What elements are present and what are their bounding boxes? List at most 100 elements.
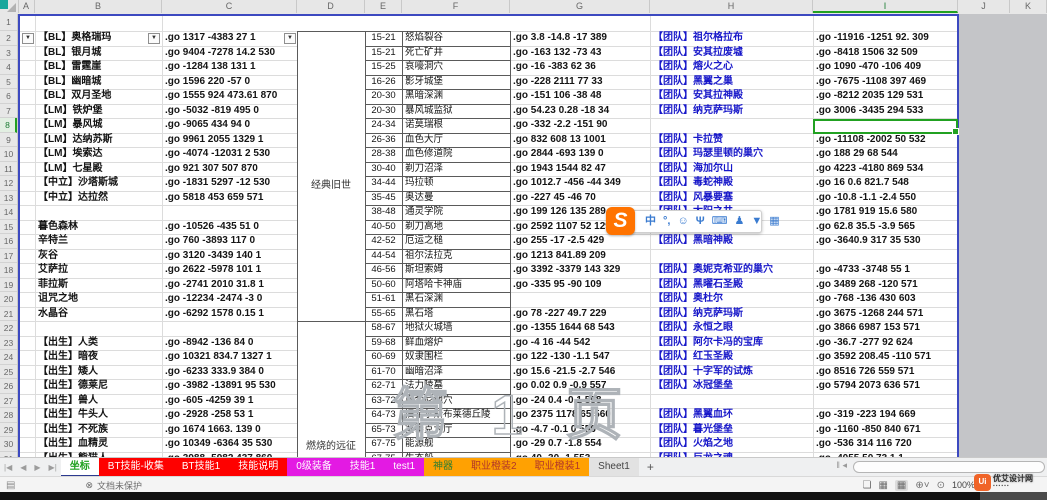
sheet-tab-BT技能1[interactable]: BT技能1 bbox=[173, 458, 229, 477]
cell-C9[interactable]: .go 9961 2055 1329 1 bbox=[165, 133, 297, 148]
cell-C26[interactable]: .go -3982 -13891 95 530 bbox=[165, 379, 297, 394]
cell-E29[interactable]: 65-73 bbox=[365, 423, 402, 438]
cell-F15[interactable]: 剃刀高地 bbox=[405, 220, 510, 235]
cell-C18[interactable]: .go 2622 -5978 101 1 bbox=[165, 263, 297, 278]
cell-G22[interactable]: .go -1355 1644 68 543 bbox=[513, 321, 650, 336]
cell-H29[interactable]: 【团队】暮光堡垒 bbox=[653, 423, 813, 438]
row-header-8[interactable]: 8 bbox=[0, 118, 17, 133]
cell-B21[interactable]: 水晶谷 bbox=[38, 307, 162, 322]
cell-F28[interactable]: 旧希尔斯布莱德丘陵 bbox=[405, 408, 510, 423]
cell-G29[interactable]: .go -4.7 -0.1 0 556 bbox=[513, 423, 650, 438]
cell-I22[interactable]: .go 3866 6987 153 571 bbox=[816, 321, 958, 336]
row-header-11[interactable]: 11 bbox=[0, 162, 17, 177]
cell-H4[interactable]: 【团队】熔火之心 bbox=[653, 60, 813, 75]
cell-I19[interactable]: .go 3489 268 -120 571 bbox=[816, 278, 958, 293]
cell-F25[interactable]: 幽暗沼泽 bbox=[405, 365, 510, 380]
cell-E21[interactable]: 55-65 bbox=[365, 307, 402, 322]
cell-C24[interactable]: .go 10321 834.7 1327 1 bbox=[165, 350, 297, 365]
cell-I23[interactable]: .go -36.7 -277 92 624 bbox=[816, 336, 958, 351]
cell-C25[interactable]: .go -6233 333.9 384 0 bbox=[165, 365, 297, 380]
cell-C6[interactable]: .go 1555 924 473.61 870 bbox=[165, 89, 297, 104]
cell-H23[interactable]: 【团队】阿尔卡冯的宝库 bbox=[653, 336, 813, 351]
row-header-25[interactable]: 25 bbox=[0, 365, 17, 380]
cell-H16[interactable]: 【团队】黑暗神殿 bbox=[653, 234, 813, 249]
normal-view-icon[interactable]: ▦ bbox=[878, 480, 887, 491]
sheet-tab-技能1[interactable]: 技能1 bbox=[341, 458, 385, 477]
column-header-B[interactable]: B bbox=[35, 0, 162, 13]
cell-C5[interactable]: .go 1596 220 -57 0 bbox=[165, 75, 297, 90]
row-header-21[interactable]: 21 bbox=[0, 307, 17, 322]
cell-C3[interactable]: .go 9404 -7278 14.2 530 bbox=[165, 46, 297, 61]
cell-I11[interactable]: .go 4223 -4180 869 534 bbox=[816, 162, 958, 177]
fullscreen-view-icon[interactable]: ❏ bbox=[862, 480, 871, 491]
row-header-5[interactable]: 5 bbox=[0, 75, 17, 90]
cell-H10[interactable]: 【团队】玛瑟里顿的巢穴 bbox=[653, 147, 813, 162]
cell-B23[interactable]: 【出生】人类 bbox=[38, 336, 162, 351]
tab-nav-arrow-3[interactable]: ▶| bbox=[45, 458, 61, 477]
cell-E25[interactable]: 61-70 bbox=[365, 365, 402, 380]
cell-E3[interactable]: 15-21 bbox=[365, 46, 402, 61]
cell-G11[interactable]: .go 1943 1544 82 47 bbox=[513, 162, 650, 177]
row-header-9[interactable]: 9 bbox=[0, 133, 17, 148]
row-header-19[interactable]: 19 bbox=[0, 278, 17, 293]
cell-C30[interactable]: .go 10349 -6364 35 530 bbox=[165, 437, 297, 452]
cell-B7[interactable]: 【LM】铁炉堡 bbox=[38, 104, 162, 119]
cell-E22[interactable]: 58-67 bbox=[365, 321, 402, 336]
cell-F19[interactable]: 阿塔哈卡神庙 bbox=[405, 278, 510, 293]
cell-H19[interactable]: 【团队】黑曜石圣殿 bbox=[653, 278, 813, 293]
cell-F18[interactable]: 斯坦索姆 bbox=[405, 263, 510, 278]
row-header-24[interactable]: 24 bbox=[0, 350, 17, 365]
row-header-16[interactable]: 16 bbox=[0, 234, 17, 249]
cell-G18[interactable]: .go 3392 -3379 143 329 bbox=[513, 263, 650, 278]
cell-H5[interactable]: 【团队】黑翼之巢 bbox=[653, 75, 813, 90]
cell-H18[interactable]: 【团队】奥妮克希亚的巢穴 bbox=[653, 263, 813, 278]
cell-C20[interactable]: .go -12234 -2474 -3 0 bbox=[165, 292, 297, 307]
cell-H28[interactable]: 【团队】黑翼血环 bbox=[653, 408, 813, 423]
column-header-A[interactable]: A bbox=[18, 0, 35, 13]
sheet-tab-技能说明[interactable]: 技能说明 bbox=[229, 458, 287, 477]
filter-dropdown-C2[interactable]: ▼ bbox=[284, 33, 296, 44]
eye-protect-icon[interactable]: ⊙ bbox=[937, 480, 945, 491]
horizontal-scrollbar[interactable] bbox=[853, 461, 1045, 473]
cell-I25[interactable]: .go 8516 726 559 571 bbox=[816, 365, 958, 380]
cell-B15[interactable]: 暮色森林 bbox=[38, 220, 162, 235]
cell-C7[interactable]: .go -5032 -819 495 0 bbox=[165, 104, 297, 119]
cell-G3[interactable]: .go -163 132 -73 43 bbox=[513, 46, 650, 61]
cell-I7[interactable]: .go 3006 -3435 294 533 bbox=[816, 104, 958, 119]
cell-F5[interactable]: 影牙城堡 bbox=[405, 75, 510, 90]
cell-F29[interactable]: 塞泰克大厅 bbox=[405, 423, 510, 438]
cell-E24[interactable]: 60-69 bbox=[365, 350, 402, 365]
cell-I21[interactable]: .go 3675 -1268 244 571 bbox=[816, 307, 958, 322]
filter-dropdown-B2[interactable]: ▼ bbox=[148, 33, 160, 44]
cell-B2[interactable]: 【BL】奥格瑞玛 bbox=[38, 31, 162, 46]
cell-F10[interactable]: 血色修道院 bbox=[405, 147, 510, 162]
sogou-logo-icon[interactable]: S bbox=[606, 207, 635, 235]
column-header-D[interactable]: D bbox=[297, 0, 365, 13]
cell-I28[interactable]: .go -319 -223 194 669 bbox=[816, 408, 958, 423]
cell-G7[interactable]: .go 54.23 0.28 -18 34 bbox=[513, 104, 650, 119]
cell-B11[interactable]: 【LM】七星殿 bbox=[38, 162, 162, 177]
cell-B5[interactable]: 【BL】幽暗城 bbox=[38, 75, 162, 90]
cell-H22[interactable]: 【团队】永恒之眼 bbox=[653, 321, 813, 336]
cell-G25[interactable]: .go 15.6 -21.5 -2.7 546 bbox=[513, 365, 650, 380]
cell-H25[interactable]: 【团队】十字军的试炼 bbox=[653, 365, 813, 380]
cell-H20[interactable]: 【团队】奥杜尔 bbox=[653, 292, 813, 307]
cell-B26[interactable]: 【出生】德莱尼 bbox=[38, 379, 162, 394]
cell-G28[interactable]: .go 2375 1178 65 560 bbox=[513, 408, 650, 423]
cell-H30[interactable]: 【团队】火焰之地 bbox=[653, 437, 813, 452]
column-header-I[interactable]: I bbox=[813, 0, 958, 13]
cell-B27[interactable]: 【出生】兽人 bbox=[38, 394, 162, 409]
column-header-H[interactable]: H bbox=[650, 0, 813, 13]
cell-E15[interactable]: 40-50 bbox=[365, 220, 402, 235]
cell-I15[interactable]: .go 62.8 35.5 -3.9 565 bbox=[816, 220, 958, 235]
row-header-4[interactable]: 4 bbox=[0, 60, 17, 75]
cell-B4[interactable]: 【BL】雷霆崖 bbox=[38, 60, 162, 75]
ime-icon-6[interactable]: ▼ bbox=[751, 211, 762, 232]
cell-B3[interactable]: 【BL】银月城 bbox=[38, 46, 162, 61]
cell-I4[interactable]: .go 1090 -470 -106 409 bbox=[816, 60, 958, 75]
row-header-20[interactable]: 20 bbox=[0, 292, 17, 307]
cell-G4[interactable]: .go -16 -383 62 36 bbox=[513, 60, 650, 75]
reading-mode-icon[interactable]: ▤ bbox=[6, 480, 15, 491]
cell-H13[interactable]: 【团队】风暴要塞 bbox=[653, 191, 813, 206]
cell-E11[interactable]: 30-40 bbox=[365, 162, 402, 177]
